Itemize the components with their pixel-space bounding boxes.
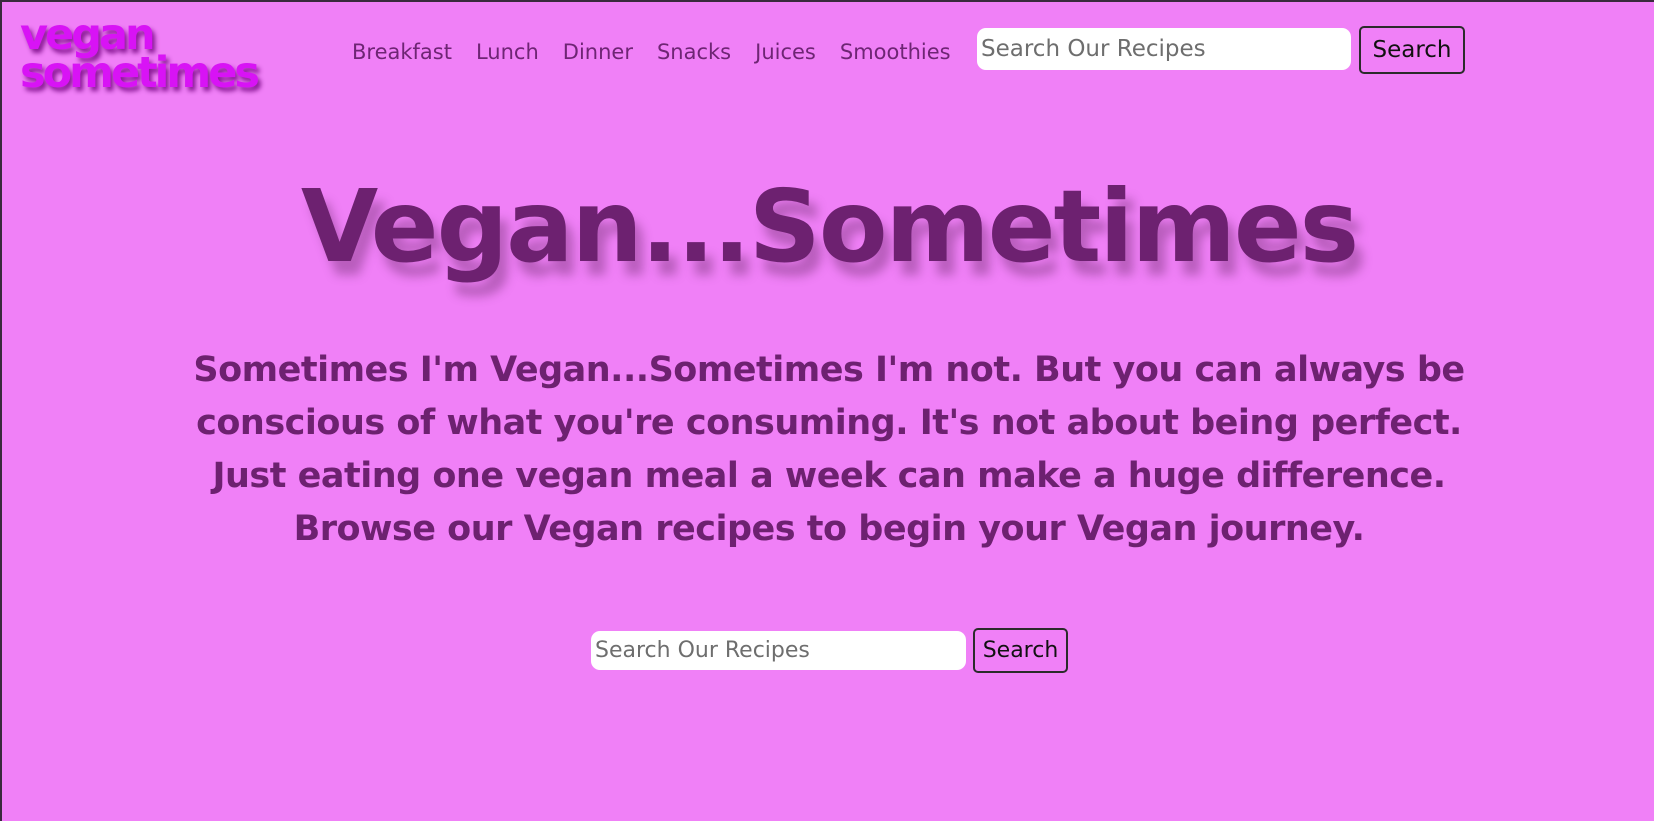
nav-item-breakfast[interactable]: Breakfast [352, 40, 452, 64]
hero-search-input[interactable] [591, 631, 966, 670]
nav-item-lunch[interactable]: Lunch [476, 40, 539, 64]
site-logo[interactable]: vegan sometimes [20, 14, 320, 98]
nav-item-juices[interactable]: Juices [755, 40, 816, 64]
header-search-button[interactable]: Search [1359, 26, 1465, 74]
logo-line-sometimes: sometimes [20, 48, 260, 98]
hero-subtitle: Sometimes I'm Vegan...Sometimes I'm not.… [193, 350, 1465, 549]
header-search-input[interactable] [977, 28, 1351, 70]
main-nav: Breakfast Lunch Dinner Snacks Juices Smo… [352, 40, 951, 64]
nav-item-smoothies[interactable]: Smoothies [840, 40, 951, 64]
site-header: vegan sometimes Breakfast Lunch Dinner S… [2, 2, 1654, 112]
hero-search-button[interactable]: Search [973, 628, 1068, 673]
nav-item-snacks[interactable]: Snacks [657, 40, 731, 64]
hero-title: Vegan...Sometimes [300, 168, 1359, 285]
nav-item-dinner[interactable]: Dinner [563, 40, 633, 64]
